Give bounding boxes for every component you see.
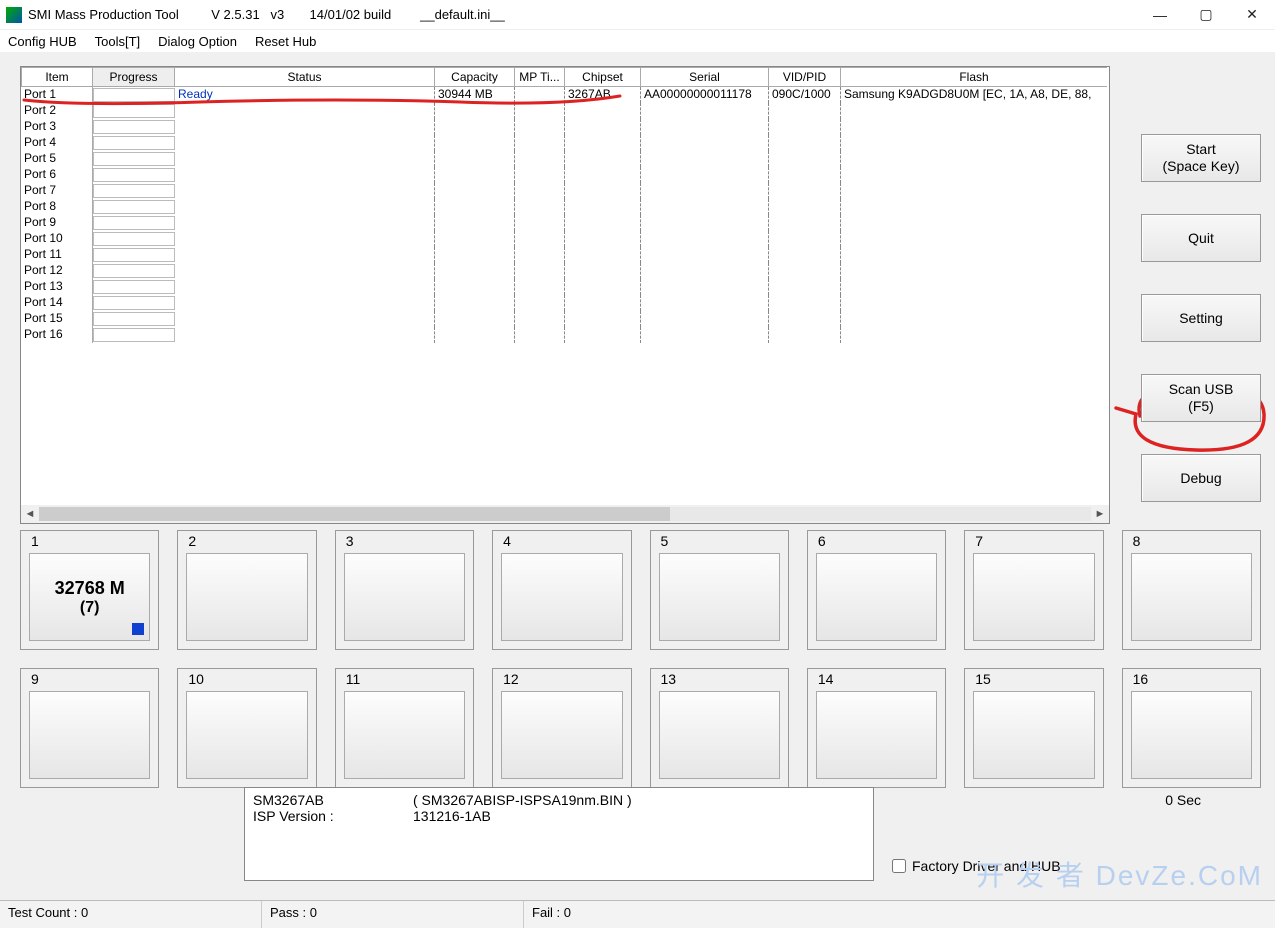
table-row[interactable]: Port 4 (21, 135, 1109, 151)
scroll-thumb[interactable] (39, 507, 670, 521)
port-tile-7[interactable]: 7 (964, 530, 1103, 650)
port-tile-11[interactable]: 11 (335, 668, 474, 788)
status-test-count: Test Count : 0 (0, 901, 262, 928)
debug-button[interactable]: Debug (1141, 454, 1261, 502)
port-tile-5[interactable]: 5 (650, 530, 789, 650)
quit-button[interactable]: Quit (1141, 214, 1261, 262)
col-chipset[interactable]: Chipset (565, 67, 641, 87)
info-isp-version: 131216-1AB (413, 808, 491, 824)
col-mptime[interactable]: MP Ti... (515, 67, 565, 87)
minimize-button[interactable]: — (1137, 0, 1183, 30)
table-row[interactable]: Port 14 (21, 295, 1109, 311)
factory-driver-label: Factory Driver and HUB (912, 858, 1061, 874)
menubar: Config HUB Tools[T] Dialog Option Reset … (0, 30, 1275, 52)
port-tile-16[interactable]: 16 (1122, 668, 1261, 788)
info-isp-label: ISP Version : (253, 808, 413, 824)
info-chip: SM3267AB (253, 792, 413, 808)
table-row[interactable]: Port 2 (21, 103, 1109, 119)
port-tile-2[interactable]: 2 (177, 530, 316, 650)
table-row[interactable]: Port 15 (21, 311, 1109, 327)
table-row[interactable]: Port 3 (21, 119, 1109, 135)
active-indicator (132, 623, 144, 635)
elapsed-time: 0 Sec (1165, 792, 1201, 808)
col-item[interactable]: Item (21, 67, 93, 87)
menu-reset-hub[interactable]: Reset Hub (255, 34, 316, 49)
port-tile-15[interactable]: 15 (964, 668, 1103, 788)
table-row[interactable]: Port 10 (21, 231, 1109, 247)
close-button[interactable]: ✕ (1229, 0, 1275, 30)
port-tile-1[interactable]: 132768 M(7) (20, 530, 159, 650)
table-row[interactable]: Port 5 (21, 151, 1109, 167)
port-tile-12[interactable]: 12 (492, 668, 631, 788)
scan-usb-button[interactable]: Scan USB (F5) (1141, 374, 1261, 422)
port-tile-6[interactable]: 6 (807, 530, 946, 650)
col-status[interactable]: Status (175, 67, 435, 87)
menu-dialog-option[interactable]: Dialog Option (158, 34, 237, 49)
table-row[interactable]: Port 9 (21, 215, 1109, 231)
scroll-left-icon[interactable]: ◄ (21, 508, 39, 520)
col-vidpid[interactable]: VID/PID (769, 67, 841, 87)
col-capacity[interactable]: Capacity (435, 67, 515, 87)
scroll-right-icon[interactable]: ► (1091, 508, 1109, 520)
table-header: Item Progress Status Capacity MP Ti... C… (21, 67, 1109, 87)
port-tile-10[interactable]: 10 (177, 668, 316, 788)
start-button[interactable]: Start (Space Key) (1141, 134, 1261, 182)
col-serial[interactable]: Serial (641, 67, 769, 87)
factory-driver-checkbox[interactable]: Factory Driver and HUB (892, 858, 1061, 874)
table-row[interactable]: Port 16 (21, 327, 1109, 343)
info-bin: ( SM3267ABISP-ISPSA19nm.BIN ) (413, 792, 632, 808)
factory-driver-input[interactable] (892, 859, 906, 873)
port-tile-9[interactable]: 9 (20, 668, 159, 788)
col-progress[interactable]: Progress (93, 67, 175, 87)
port-tile-4[interactable]: 4 (492, 530, 631, 650)
table-row[interactable]: Port 7 (21, 183, 1109, 199)
h-scrollbar[interactable]: ◄ ► (21, 505, 1109, 523)
app-icon (6, 7, 22, 23)
status-fail: Fail : 0 (524, 901, 1275, 928)
status-pass: Pass : 0 (262, 901, 524, 928)
port-tile-3[interactable]: 3 (335, 530, 474, 650)
table-row[interactable]: Port 6 (21, 167, 1109, 183)
table-row[interactable]: Port 13 (21, 279, 1109, 295)
status-bar: Test Count : 0 Pass : 0 Fail : 0 (0, 900, 1275, 928)
col-flash[interactable]: Flash (841, 67, 1107, 87)
table-row[interactable]: Port 11 (21, 247, 1109, 263)
titlebar: SMI Mass Production Tool V 2.5.31 v3 14/… (0, 0, 1275, 30)
info-panel: SM3267AB ( SM3267ABISP-ISPSA19nm.BIN ) I… (244, 787, 874, 881)
port-table: Item Progress Status Capacity MP Ti... C… (20, 66, 1110, 524)
maximize-button[interactable]: ▢ (1183, 0, 1229, 30)
port-tile-8[interactable]: 8 (1122, 530, 1261, 650)
table-row[interactable]: Port 8 (21, 199, 1109, 215)
menu-tools[interactable]: Tools[T] (95, 34, 141, 49)
port-tile-14[interactable]: 14 (807, 668, 946, 788)
menu-config-hub[interactable]: Config HUB (8, 34, 77, 49)
window-title: SMI Mass Production Tool V 2.5.31 v3 14/… (28, 7, 505, 22)
table-row[interactable]: Port 12 (21, 263, 1109, 279)
setting-button[interactable]: Setting (1141, 294, 1261, 342)
table-row[interactable]: Port 1Ready30944 MB3267ABAA0000000001117… (21, 87, 1109, 103)
port-tile-13[interactable]: 13 (650, 668, 789, 788)
